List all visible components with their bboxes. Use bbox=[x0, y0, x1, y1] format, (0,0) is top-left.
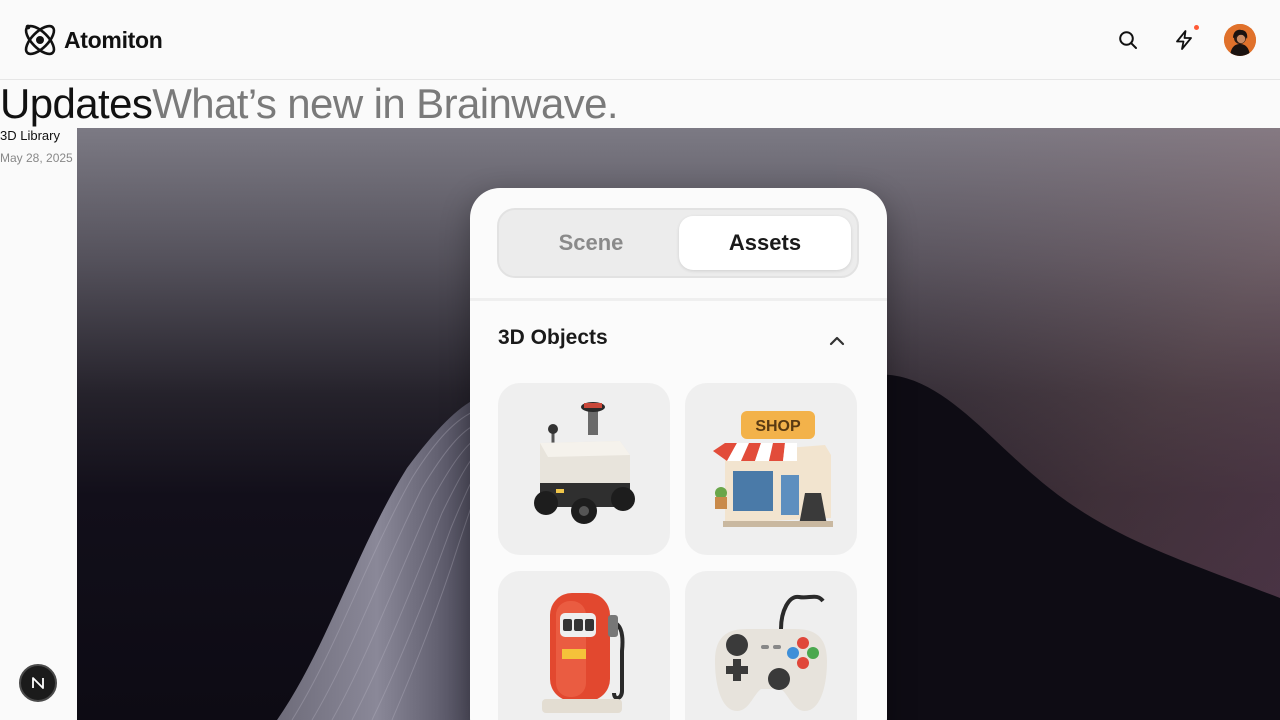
fuel-pump-icon bbox=[542, 593, 625, 713]
page-heading: Updates What’s new in Brainwave. bbox=[0, 80, 619, 128]
avatar[interactable] bbox=[1224, 24, 1256, 56]
brand-name: Atomiton bbox=[64, 26, 163, 53]
page-subtitle: What’s new in Brainwave. bbox=[152, 80, 618, 127]
search-icon bbox=[1119, 31, 1137, 49]
game-controller-icon bbox=[715, 594, 827, 711]
shop-icon: SHOP bbox=[713, 411, 833, 527]
notification-dot bbox=[1194, 25, 1199, 30]
delivery-robot-icon bbox=[534, 402, 635, 524]
chevron-up-icon[interactable] bbox=[826, 330, 848, 352]
segmented-control: Scene Assets bbox=[497, 208, 859, 278]
section-title: 3D Objects bbox=[498, 326, 608, 349]
asset-tile-game-controller[interactable] bbox=[685, 571, 857, 720]
top-bar: Atomiton bbox=[0, 0, 1280, 80]
tab-assets[interactable]: Assets bbox=[679, 216, 851, 270]
post-category[interactable]: 3D Library bbox=[0, 128, 60, 144]
atom-logo-icon bbox=[24, 24, 56, 56]
page-title: Updates bbox=[0, 80, 153, 127]
asset-tile-fuel-pump[interactable] bbox=[498, 571, 670, 720]
lightning-icon bbox=[1176, 30, 1192, 50]
hero-image: Scene Assets 3D Objects SHOP bbox=[77, 128, 1280, 720]
asset-tile-shop[interactable]: SHOP bbox=[685, 383, 857, 555]
dev-tools-badge[interactable] bbox=[19, 664, 57, 702]
app-mockup: Scene Assets 3D Objects SHOP bbox=[470, 188, 887, 720]
asset-tile-delivery-robot[interactable] bbox=[498, 383, 670, 555]
brand[interactable]: Atomiton bbox=[20, 20, 163, 60]
user-avatar-icon bbox=[1224, 24, 1256, 56]
tab-scene[interactable]: Scene bbox=[505, 216, 677, 270]
search-button[interactable] bbox=[1112, 24, 1144, 56]
divider bbox=[470, 298, 887, 301]
n-logo-icon bbox=[32, 677, 44, 689]
shop-sign-text: SHOP bbox=[755, 418, 801, 435]
post-date: May 28, 2025 bbox=[0, 151, 73, 165]
